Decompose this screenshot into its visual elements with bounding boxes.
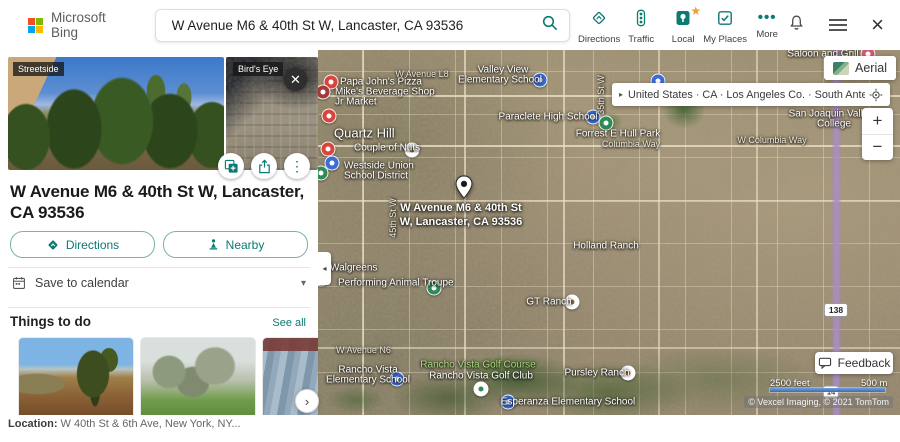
aerial-thumbnail-icon — [833, 62, 849, 75]
poi-park-icon[interactable] — [599, 116, 614, 131]
local-nav-button[interactable]: ★ Local — [662, 5, 704, 45]
poi-golf-icon[interactable] — [474, 382, 489, 397]
top-bar: Microsoft Bing Directions Traffic ★ Loca… — [0, 0, 900, 50]
bing-maps-window: Microsoft Bing Directions Traffic ★ Loca… — [0, 0, 900, 442]
expand-caret-icon[interactable]: ▾ — [301, 278, 306, 289]
zoom-control: + − — [862, 108, 893, 160]
my-places-nav-button[interactable]: My Places — [704, 5, 746, 45]
save-to-collection-button[interactable] — [218, 153, 244, 179]
microsoft-logo-icon — [28, 18, 43, 33]
place-panel: Streetside Bird's Eye ✕ ⋮ W Avenue M6 & … — [0, 50, 318, 415]
logo-text: Microsoft Bing — [51, 10, 133, 40]
my-places-label: My Places — [703, 34, 747, 45]
things-to-do-header: Things to do See all — [10, 314, 306, 329]
route-138-shield: 138 — [824, 303, 848, 317]
nearby-button-label: Nearby — [226, 238, 265, 252]
feedback-bubble-icon — [818, 357, 832, 369]
poi-ranch-icon[interactable] — [621, 366, 636, 381]
things-to-do-title: Things to do — [10, 314, 91, 329]
close-panel-button[interactable]: ✕ — [284, 68, 307, 91]
poi-school-icon[interactable] — [501, 395, 516, 410]
map-breadcrumb-bar: ▸ United States · CA · Los Angeles Co. ·… — [612, 83, 890, 106]
place-buttons: Directions Nearby — [10, 231, 308, 258]
poi-school-icon[interactable] — [533, 73, 548, 88]
local-label: Local — [672, 34, 695, 45]
more-nav-button[interactable]: ••• More — [746, 5, 788, 45]
notifications-bell-icon[interactable] — [788, 14, 805, 37]
location-pin-icon[interactable] — [455, 174, 473, 205]
directions-label: Directions — [578, 34, 620, 45]
directions-button-label: Directions — [66, 238, 119, 252]
poi-ranch-icon[interactable] — [565, 295, 580, 310]
traffic-icon — [632, 9, 650, 32]
poi-restaurant-icon[interactable] — [322, 109, 337, 124]
zoom-out-button[interactable]: − — [862, 135, 893, 161]
breadcrumb[interactable]: United States · CA · Los Angeles Co. · S… — [628, 89, 865, 101]
poi-restaurant-icon[interactable] — [321, 142, 336, 157]
location-label: Location: — [8, 418, 58, 430]
search-box[interactable] — [155, 9, 571, 42]
map-canvas[interactable]: Saloon and GrillW Avenue L8Valley ViewEl… — [318, 50, 900, 415]
map-copyright: © Vexcel Imaging, © 2021 TomTom — [744, 396, 893, 408]
microsoft-bing-logo[interactable]: Microsoft Bing — [28, 10, 133, 40]
map-toolbar: Directions Traffic ★ Local My Places •••… — [578, 5, 788, 45]
poi-park-icon[interactable] — [427, 281, 442, 296]
cards-next-chevron-icon[interactable]: › — [295, 389, 319, 413]
more-dots-icon: ••• — [758, 9, 777, 27]
calendar-icon — [12, 276, 26, 290]
divider — [8, 307, 310, 308]
traffic-label: Traffic — [628, 34, 654, 45]
close-window-icon[interactable]: × — [871, 14, 884, 36]
see-all-link[interactable]: See all — [272, 317, 306, 329]
my-places-icon — [716, 9, 734, 32]
photos-strip: Streetside Bird's Eye ✕ ⋮ — [8, 57, 318, 170]
location-value: W 40th St & 6th Ave, New York, NY... — [58, 418, 241, 430]
directions-icon — [590, 9, 608, 32]
status-bar: Location: W 40th St & 6th Ave, New York,… — [0, 415, 900, 442]
card-image — [140, 337, 256, 421]
more-options-button[interactable]: ⋮ — [284, 153, 310, 179]
directions-diamond-icon — [46, 238, 60, 252]
breadcrumb-arrow-icon[interactable]: ▸ — [619, 90, 623, 99]
feedback-label: Feedback — [838, 356, 891, 370]
streetside-photo[interactable]: Streetside — [8, 57, 224, 170]
locate-me-icon[interactable] — [869, 88, 883, 102]
streetside-label: Streetside — [13, 62, 64, 76]
place-actions: ⋮ — [218, 153, 310, 179]
nearby-icon — [207, 238, 220, 251]
card-image — [18, 337, 134, 421]
place-title: W Avenue M6 & 40th St W, Lancaster, CA 9… — [10, 181, 308, 223]
poi-shop-icon[interactable] — [405, 143, 420, 158]
collapse-panel-tab[interactable]: ◂ — [318, 252, 331, 285]
share-button[interactable] — [251, 153, 277, 179]
header-right-controls: × — [788, 14, 884, 37]
zoom-in-button[interactable]: + — [862, 108, 893, 135]
menu-hamburger-icon[interactable] — [829, 16, 847, 34]
star-badge-icon: ★ — [690, 5, 701, 17]
map-scale-bar — [770, 388, 885, 392]
nearby-button[interactable]: Nearby — [163, 231, 308, 258]
poi-school-icon[interactable] — [390, 372, 405, 387]
aerial-view-button[interactable]: Aerial — [824, 56, 896, 80]
birdseye-label: Bird's Eye — [233, 62, 283, 76]
search-input[interactable] — [170, 17, 542, 34]
aerial-label: Aerial — [855, 61, 887, 75]
more-label: More — [756, 29, 778, 40]
save-to-calendar-label: Save to calendar — [35, 276, 129, 290]
traffic-nav-button[interactable]: Traffic — [620, 5, 662, 45]
directions-nav-button[interactable]: Directions — [578, 5, 620, 45]
directions-button[interactable]: Directions — [10, 231, 155, 258]
feedback-button[interactable]: Feedback — [815, 352, 893, 374]
search-icon[interactable] — [541, 14, 559, 37]
save-to-calendar-row[interactable]: Save to calendar ▾ — [12, 268, 306, 298]
